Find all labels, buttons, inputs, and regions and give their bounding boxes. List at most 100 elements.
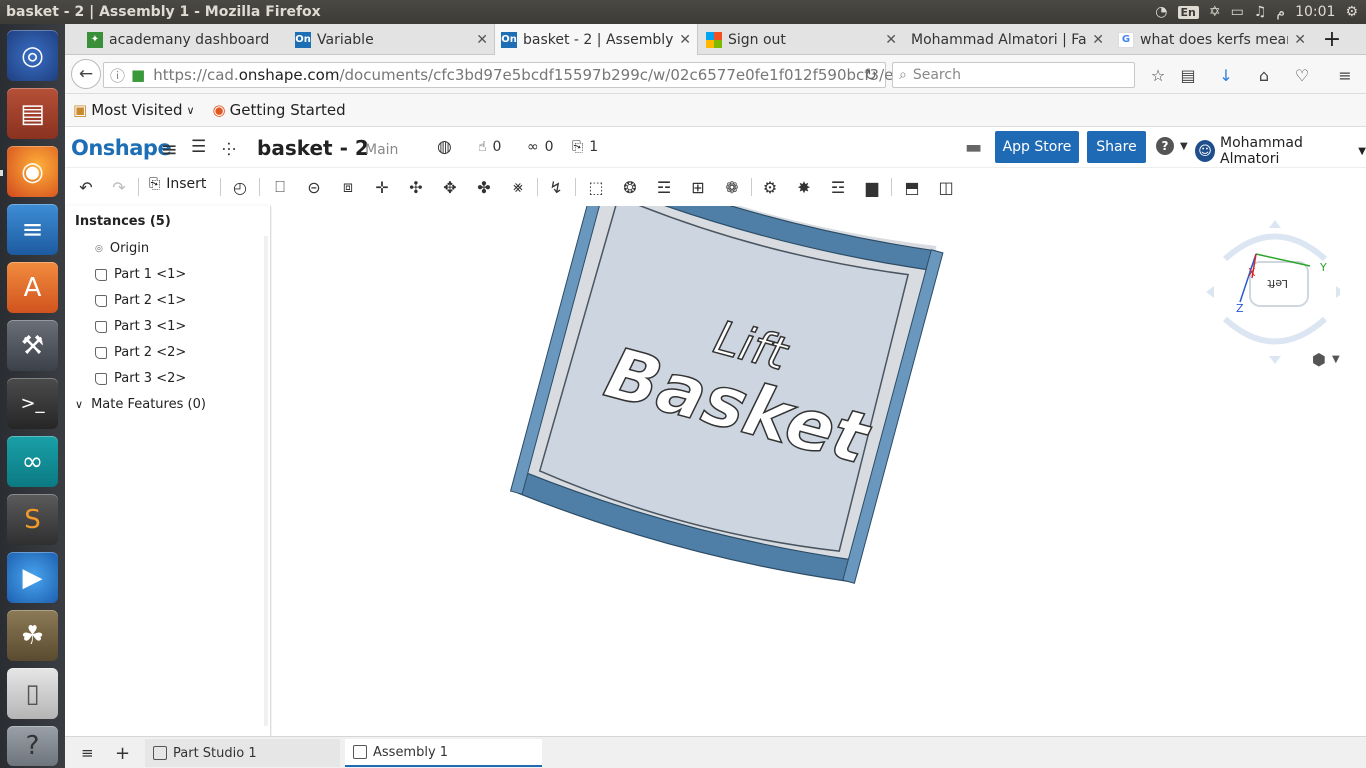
view-cube-menu-button[interactable]: ⬢ ▼ bbox=[1312, 350, 1340, 369]
ubuntu-dash-icon[interactable]: ◎ bbox=[7, 30, 58, 81]
close-icon[interactable]: ✕ bbox=[476, 32, 488, 48]
mouse-settings-icon[interactable]: ▯ bbox=[7, 668, 58, 719]
tab-part-studio[interactable]: Part Studio 1 bbox=[145, 739, 340, 767]
graphics-viewport[interactable]: Lift Basket Left X Y Z ⬢ ▼ bbox=[272, 157, 1366, 736]
insert-button[interactable]: ⎘ Insert bbox=[149, 176, 206, 192]
tab-assembly[interactable]: Assembly 1 bbox=[345, 739, 542, 767]
list-item-origin[interactable]: ◎ Origin bbox=[95, 241, 149, 256]
bookmark-star-icon[interactable]: ☆ bbox=[1145, 62, 1171, 88]
reading-list-icon[interactable]: ▤ bbox=[1175, 62, 1201, 88]
add-tab-button[interactable]: + bbox=[107, 739, 130, 767]
gimp-icon[interactable]: ☘ bbox=[7, 610, 58, 661]
pin-slot-mate-icon[interactable]: ✥ bbox=[439, 176, 461, 198]
linear-icon[interactable]: ▆ bbox=[861, 176, 883, 198]
close-icon[interactable]: ✕ bbox=[1294, 32, 1306, 48]
likes[interactable]: ☝ 0 bbox=[478, 139, 501, 155]
menu-icon[interactable]: ≡ bbox=[1332, 62, 1358, 88]
redo-icon[interactable]: ↷ bbox=[108, 176, 130, 198]
tab-sign-out[interactable]: Sign out ✕ bbox=[700, 24, 903, 55]
replicate-icon[interactable]: ◴ bbox=[229, 176, 251, 198]
document-name[interactable]: basket - 2 bbox=[257, 136, 369, 160]
info-icon[interactable]: ⓘ bbox=[110, 65, 125, 86]
share-button[interactable]: Share bbox=[1087, 131, 1146, 163]
most-visited-folder[interactable]: ▣ Most Visited ∨ bbox=[73, 101, 195, 119]
software-center-icon[interactable]: A bbox=[7, 262, 58, 313]
relations-icon[interactable]: ☲ bbox=[653, 176, 675, 198]
trash-icon[interactable]: ? bbox=[7, 726, 58, 766]
close-icon[interactable]: ✕ bbox=[885, 32, 897, 48]
panel-scrollbar[interactable] bbox=[264, 236, 268, 726]
versions-icon[interactable]: ☰ bbox=[191, 137, 206, 157]
user-menu[interactable]: ☺ Mohammad Almatori ▼ bbox=[1195, 135, 1366, 167]
terminal-icon[interactable]: >_ bbox=[7, 378, 58, 429]
media-player-icon[interactable]: ▶ bbox=[7, 552, 58, 603]
bluetooth-icon[interactable]: ✡ bbox=[1209, 4, 1221, 20]
public-globe-icon[interactable]: ◍ bbox=[437, 137, 452, 157]
search-input[interactable]: ⌕ Search bbox=[892, 62, 1135, 88]
home-icon[interactable]: ⌂ bbox=[1251, 62, 1277, 88]
clock[interactable]: 10:01 bbox=[1295, 4, 1335, 20]
links[interactable]: ∞ 0 bbox=[527, 139, 554, 155]
fastened-mate-icon[interactable]: ⎕ bbox=[269, 176, 291, 198]
pocket-icon[interactable]: ♡ bbox=[1289, 62, 1315, 88]
section-view-icon[interactable]: ◫ bbox=[935, 176, 957, 198]
tab-academany[interactable]: ✦ academany dashboard bbox=[81, 24, 287, 55]
close-icon[interactable]: ✕ bbox=[679, 32, 691, 48]
volume-icon[interactable]: ♫ bbox=[1254, 4, 1267, 20]
back-button[interactable]: ← bbox=[71, 59, 101, 89]
view-cube[interactable]: Left X Y Z bbox=[1200, 214, 1344, 364]
tab-google[interactable]: G what does kerfs mean ✕ bbox=[1112, 24, 1312, 55]
screw-icon[interactable]: ☲ bbox=[827, 176, 849, 198]
planar-mate-icon[interactable]: ✛ bbox=[371, 176, 393, 198]
onshape-logo[interactable]: Onshape bbox=[71, 136, 172, 160]
firefox-icon[interactable]: ◉ bbox=[7, 146, 58, 197]
list-item-part[interactable]: Part 2 <2> bbox=[95, 345, 186, 360]
files-icon[interactable]: ▤ bbox=[7, 88, 58, 139]
reload-icon[interactable]: ↻ bbox=[864, 66, 877, 84]
explode-view-icon[interactable]: ⊞ bbox=[687, 176, 709, 198]
mate-features-folder[interactable]: ∨ Mate Features (0) bbox=[75, 397, 206, 412]
mate-connector-icon[interactable]: ❂ bbox=[619, 176, 641, 198]
help-button[interactable]: ? ▼ bbox=[1156, 137, 1188, 155]
libreoffice-writer-icon[interactable]: ≡ bbox=[7, 204, 58, 255]
microsoft-icon bbox=[706, 31, 722, 48]
revolute-mate-icon[interactable]: ⊝ bbox=[303, 176, 325, 198]
battery-icon[interactable]: ▭ bbox=[1231, 4, 1244, 20]
tab-basket[interactable]: On basket - 2 | Assembly 1 ✕ bbox=[494, 24, 698, 55]
gear-icon[interactable]: ⚙ bbox=[1345, 4, 1358, 20]
measure-icon[interactable]: ⬒ bbox=[901, 176, 923, 198]
arduino-icon[interactable]: ∞ bbox=[7, 436, 58, 487]
gear-relation-icon[interactable]: ❁ bbox=[721, 176, 743, 198]
tab-variable[interactable]: On Variable ✕ bbox=[289, 24, 494, 55]
app-store-button[interactable]: App Store bbox=[995, 131, 1079, 163]
parallel-mate-icon[interactable]: ⨳ bbox=[507, 176, 529, 198]
new-tab-button[interactable]: + bbox=[1318, 24, 1346, 55]
comment-icon[interactable]: ▬ bbox=[965, 137, 982, 158]
gear-icon[interactable]: ⚙ bbox=[759, 176, 781, 198]
list-item-part[interactable]: Part 1 <1> bbox=[95, 267, 186, 282]
hamburger-menu-icon[interactable]: ≡ bbox=[161, 137, 178, 161]
branch-icon[interactable]: ⸭ bbox=[222, 137, 236, 160]
system-settings-icon[interactable]: ⚒ bbox=[7, 320, 58, 371]
tab-list-icon[interactable]: ≡ bbox=[73, 739, 94, 767]
rack-pinion-icon[interactable]: ✸ bbox=[793, 176, 815, 198]
google-icon: G bbox=[1118, 31, 1134, 48]
list-item-part[interactable]: Part 3 <1> bbox=[95, 319, 186, 334]
cylindrical-mate-icon[interactable]: ✣ bbox=[405, 176, 427, 198]
tangent-mate-icon[interactable]: ↯ bbox=[545, 176, 567, 198]
slider-mate-icon[interactable]: ⧈ bbox=[337, 176, 359, 198]
close-icon[interactable]: ✕ bbox=[1092, 32, 1104, 48]
getting-started-link[interactable]: ◉ Getting Started bbox=[213, 101, 346, 119]
tab-facebook[interactable]: Mohammad Almatori | Fa ✕ bbox=[905, 24, 1110, 55]
keyboard-layout-indicator[interactable]: En bbox=[1177, 5, 1199, 19]
ball-mate-icon[interactable]: ✤ bbox=[473, 176, 495, 198]
copies[interactable]: ⎘ 1 bbox=[572, 139, 598, 155]
group-icon[interactable]: ⬚ bbox=[585, 176, 607, 198]
url-bar[interactable]: ⓘ ■ https://cad. onshape.com/documents/cf… bbox=[103, 62, 898, 88]
list-item-part[interactable]: Part 3 <2> bbox=[95, 371, 186, 386]
wifi-icon[interactable]: ◔ bbox=[1155, 4, 1167, 20]
list-item-part[interactable]: Part 2 <1> bbox=[95, 293, 186, 308]
sublime-text-icon[interactable]: S bbox=[7, 494, 58, 545]
download-icon[interactable]: ↓ bbox=[1213, 62, 1239, 88]
undo-icon[interactable]: ↶ bbox=[75, 176, 97, 198]
